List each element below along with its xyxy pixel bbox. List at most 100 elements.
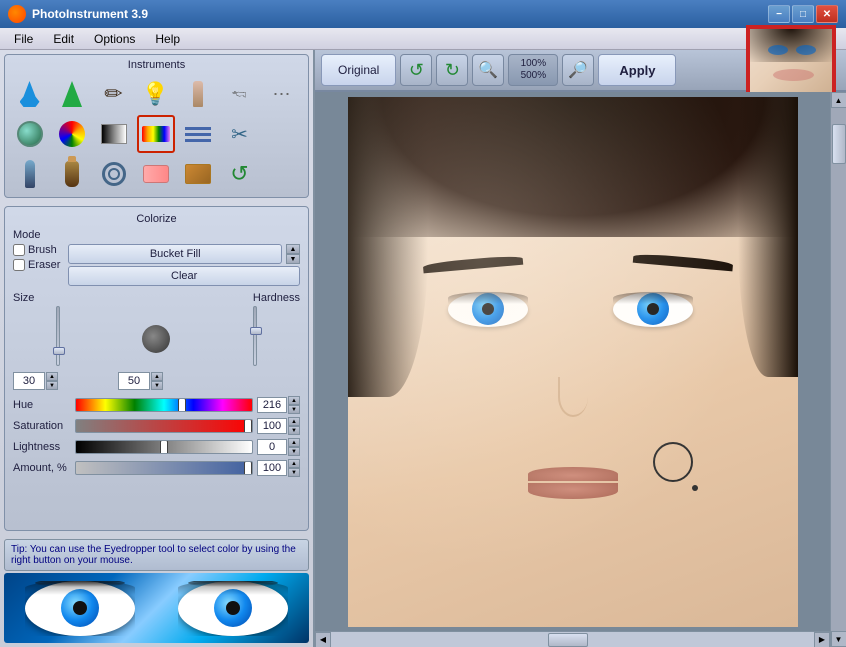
menu-edit[interactable]: Edit xyxy=(43,30,84,48)
tool-bulb[interactable]: 💡 xyxy=(137,75,175,113)
hardness-value-input[interactable]: 50 xyxy=(118,372,150,390)
close-button[interactable]: ✕ xyxy=(816,5,838,23)
apply-button[interactable]: Apply xyxy=(598,54,676,86)
zoom-out-button[interactable]: 🔎 xyxy=(562,54,594,86)
pointer-icon: 🖘 xyxy=(232,83,247,106)
hue-spin-down[interactable]: ▼ xyxy=(288,405,300,414)
amount-spin-down[interactable]: ▼ xyxy=(288,468,300,477)
instruments-grid: ✏ 💡 🖘 ⋯ xyxy=(9,75,304,193)
lightness-value-input[interactable] xyxy=(257,439,287,455)
app-title: PhotoInstrument 3.9 xyxy=(32,7,148,21)
menu-options[interactable]: Options xyxy=(84,30,145,48)
lightness-row: Lightness ▲ ▼ xyxy=(13,438,300,456)
clear-button[interactable]: Clear xyxy=(68,266,300,286)
saturation-value-group: ▲ ▼ xyxy=(257,417,300,435)
tool-extra1[interactable]: ⋯ xyxy=(263,75,301,113)
lightness-value-group: ▲ ▼ xyxy=(257,438,300,456)
v-scroll-thumb[interactable] xyxy=(832,124,846,164)
tool-brush[interactable] xyxy=(179,75,217,113)
tool-empty1 xyxy=(263,115,301,153)
zoom-in-button[interactable]: 🔍 xyxy=(472,54,504,86)
brush-checkbox[interactable] xyxy=(13,244,25,256)
zoom-line2: 500% xyxy=(521,70,547,82)
eye-right-pupil xyxy=(647,303,659,315)
tool-palette[interactable] xyxy=(53,115,91,153)
hair-left xyxy=(348,97,428,397)
grayscale-icon xyxy=(101,124,127,144)
bulb-icon: 💡 xyxy=(142,81,169,107)
tool-box[interactable] xyxy=(179,155,217,193)
tool-pointer[interactable]: 🖘 xyxy=(221,75,259,113)
light-spin-down[interactable]: ▼ xyxy=(288,447,300,456)
saturation-row: Saturation ▲ ▼ xyxy=(13,417,300,435)
original-button[interactable]: Original xyxy=(321,54,396,86)
hue-value-input[interactable] xyxy=(257,397,287,413)
scissors-icon: ✂ xyxy=(231,122,248,147)
hue-spin-up[interactable]: ▲ xyxy=(288,396,300,405)
tool-grayscale[interactable] xyxy=(95,115,133,153)
zoom-out-icon: 🔎 xyxy=(568,60,588,80)
hardness-spin-up[interactable]: ▲ xyxy=(151,372,163,381)
amount-slider-thumb[interactable] xyxy=(244,461,252,475)
size-value-input[interactable]: 30 xyxy=(13,372,45,390)
tube-icon xyxy=(25,160,35,188)
tool-spiral[interactable] xyxy=(95,155,133,193)
hardness-slider-container xyxy=(210,306,300,366)
sat-spin-down[interactable]: ▼ xyxy=(288,426,300,435)
size-label: Size xyxy=(13,292,103,304)
tool-lines[interactable] xyxy=(179,115,217,153)
hardness-spin-down[interactable]: ▼ xyxy=(151,381,163,390)
saturation-slider-track[interactable] xyxy=(75,419,253,433)
bucket-fill-button[interactable]: Bucket Fill xyxy=(68,244,282,264)
maximize-button[interactable]: □ xyxy=(792,5,814,23)
amount-value-input[interactable] xyxy=(257,460,287,476)
tool-cone[interactable] xyxy=(53,75,91,113)
undo-button[interactable]: ↺ xyxy=(400,54,432,86)
h-scroll-thumb[interactable] xyxy=(548,633,588,647)
bucket-scroll: ▲ ▼ xyxy=(286,244,300,264)
light-spin-up[interactable]: ▲ xyxy=(288,438,300,447)
sat-spin-up[interactable]: ▲ xyxy=(288,417,300,426)
colorize-panel: Colorize Mode Brush Eraser xyxy=(4,206,309,531)
lightness-slider-thumb[interactable] xyxy=(160,440,168,454)
v-scroll-down-btn[interactable]: ▼ xyxy=(831,631,846,647)
size-spin-up[interactable]: ▲ xyxy=(46,372,58,381)
brush-checkbox-label[interactable]: Brush xyxy=(13,244,60,256)
sat-spin: ▲ ▼ xyxy=(288,417,300,435)
menu-file[interactable]: File xyxy=(4,30,43,48)
tool-tube[interactable] xyxy=(11,155,49,193)
canvas-area[interactable] xyxy=(315,92,830,631)
hue-slider-thumb[interactable] xyxy=(178,398,186,412)
v-scroll-up-btn[interactable]: ▲ xyxy=(831,92,846,108)
redo-button[interactable]: ↻ xyxy=(436,54,468,86)
minimize-button[interactable]: − xyxy=(768,5,790,23)
lightness-slider-track[interactable] xyxy=(75,440,253,454)
hardness-slider-track[interactable] xyxy=(253,306,257,366)
saturation-value-input[interactable] xyxy=(257,418,287,434)
saturation-slider-thumb[interactable] xyxy=(244,419,252,433)
size-slider-track[interactable] xyxy=(56,306,60,366)
tool-circle-select[interactable] xyxy=(11,115,49,153)
tool-pencil[interactable]: ✏ xyxy=(95,75,133,113)
bucket-up-arrow[interactable]: ▲ xyxy=(286,244,300,254)
tool-eraser[interactable] xyxy=(137,155,175,193)
tool-undo[interactable]: ↺ xyxy=(221,155,259,193)
eraser-checkbox[interactable] xyxy=(13,259,25,271)
bucket-down-arrow[interactable]: ▼ xyxy=(286,254,300,264)
v-scrollbar: ▲ ▼ xyxy=(830,92,846,647)
amount-spin-up[interactable]: ▲ xyxy=(288,459,300,468)
h-scroll-right-btn[interactable]: ▶ xyxy=(814,632,830,647)
eraser-checkbox-label[interactable]: Eraser xyxy=(13,259,60,271)
tool-rainbow[interactable] xyxy=(137,115,175,153)
hardness-slider-thumb[interactable] xyxy=(250,327,262,335)
amount-slider-track[interactable] xyxy=(75,461,253,475)
tool-bottle[interactable] xyxy=(53,155,91,193)
h-scroll-left-btn[interactable]: ◀ xyxy=(315,632,331,647)
size-spin-down[interactable]: ▼ xyxy=(46,381,58,390)
size-slider-thumb[interactable] xyxy=(53,347,65,355)
hue-slider-track[interactable] xyxy=(75,398,253,412)
menu-help[interactable]: Help xyxy=(145,30,190,48)
tool-dropper[interactable] xyxy=(11,75,49,113)
eye-right xyxy=(613,292,693,327)
tool-scissors[interactable]: ✂ xyxy=(221,115,259,153)
